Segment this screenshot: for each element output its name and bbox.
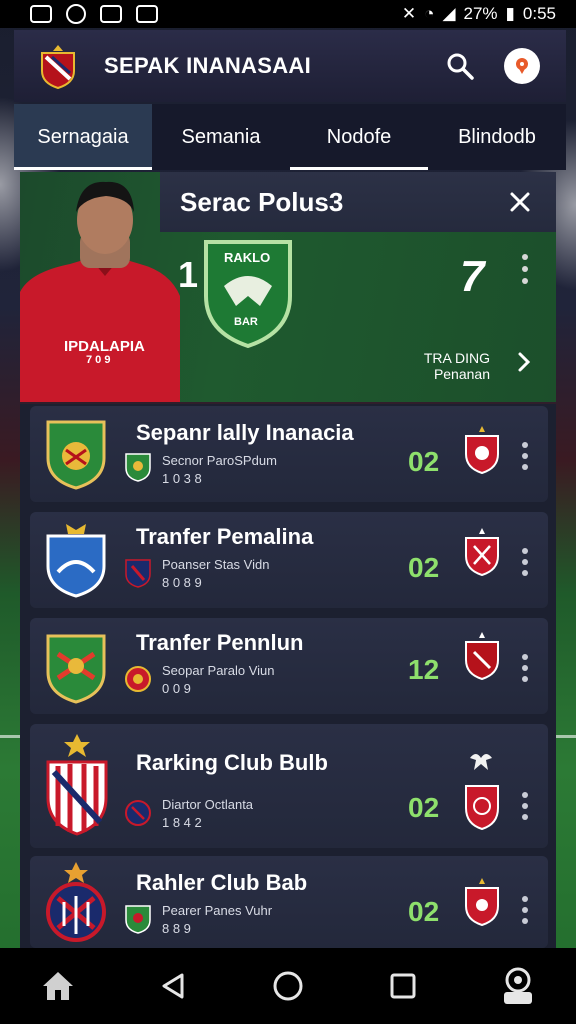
club-crest-icon xyxy=(46,524,106,598)
item-score: 12 xyxy=(408,654,440,685)
trend-title: TRA DING xyxy=(423,350,490,366)
status-bar: ✕ ◔ ◢ 27% ▮ 0:55 xyxy=(0,0,576,28)
sync-icon xyxy=(100,5,122,23)
item-title: Rahler Club Bab xyxy=(136,870,308,895)
home-circle-icon[interactable] xyxy=(266,964,310,1008)
team-badge-icon xyxy=(125,666,151,692)
alert-button[interactable] xyxy=(502,46,542,86)
wifi-icon: ◔ xyxy=(424,4,435,23)
item-meta: 1 8 4 2 xyxy=(162,815,202,830)
cast-icon xyxy=(136,5,158,23)
tab-semania[interactable]: Semania xyxy=(152,104,290,170)
item-subtitle: Seopar Paralo Viun xyxy=(162,663,275,678)
team-badge-icon xyxy=(125,905,151,934)
item-title: Tranfer Pennlun xyxy=(136,630,304,655)
more-icon[interactable] xyxy=(522,792,530,825)
search-icon[interactable] xyxy=(440,46,480,86)
item-meta: 0 0 9 xyxy=(162,681,191,696)
jersey-subtext: 7 0 9 xyxy=(86,354,111,366)
hero-title: Serac Polus3 xyxy=(180,186,344,217)
list-item[interactable]: Rahler Club Bab Pearer Panes Vuhr 8 8 9 … xyxy=(30,856,548,948)
club-crest-icon[interactable] xyxy=(38,43,78,90)
club-crest-icon xyxy=(46,862,106,942)
opponent-crest-icon xyxy=(465,632,499,680)
list-item[interactable]: Sepanr lally Inanacia Secnor ParoSPdum 1… xyxy=(30,406,548,502)
club-crest-icon xyxy=(46,634,106,704)
hero-header: Serac Polus3 xyxy=(160,172,556,232)
alert-icon xyxy=(504,48,540,84)
hero-trend: TRA DING Penanan xyxy=(424,350,490,382)
team-badge-icon xyxy=(125,800,151,826)
opponent-crest-icon xyxy=(465,528,499,576)
more-icon[interactable] xyxy=(522,548,530,581)
item-score: 02 xyxy=(408,896,440,927)
trend-sub: Penanan xyxy=(433,366,490,382)
item-score: 02 xyxy=(408,446,440,477)
recents-icon[interactable] xyxy=(381,964,425,1008)
crest-top-text: RAKLO xyxy=(224,250,271,265)
close-icon[interactable] xyxy=(500,182,540,222)
club-crest-icon xyxy=(46,420,106,490)
item-meta: 8 8 9 xyxy=(162,921,191,936)
hero-left-number: 1 xyxy=(178,254,199,295)
item-title: Sepanr lally Inanacia xyxy=(136,420,354,445)
opponent-crest-icon xyxy=(465,785,499,830)
list-item[interactable]: Tranfer Pennlun Seopar Paralo Viun 0 0 9… xyxy=(30,618,548,714)
item-title: Rarking Club Bulb xyxy=(136,750,328,775)
tab-blindodb[interactable]: Blindodb xyxy=(428,104,566,170)
team-badge-icon xyxy=(125,559,151,588)
crest-bottom-text: BAR xyxy=(234,316,258,328)
mute-icon: ✕ xyxy=(401,4,417,23)
home-icon[interactable] xyxy=(36,964,80,1008)
featured-player-card[interactable]: IPDALAPIA 7 0 9 Serac Polus3 1 RAKLO BAR… xyxy=(20,172,556,402)
clock-icon xyxy=(66,4,86,24)
tab-bar: Sernagaia Semania Nodofe Blindodb xyxy=(14,104,566,170)
opponent-crest-icon xyxy=(465,878,499,926)
list-item[interactable]: Rarking Club Bulb Diartor Octlanta 1 8 4… xyxy=(30,724,548,848)
bird-icon xyxy=(470,754,492,770)
more-icon[interactable] xyxy=(522,654,530,687)
item-meta: 1 0 3 8 xyxy=(162,471,202,486)
app-bar: SEPAK INANASAAI xyxy=(14,30,566,102)
more-icon[interactable] xyxy=(522,442,530,475)
team-badge-icon xyxy=(125,453,151,482)
clock-text: 0:55 xyxy=(522,4,556,23)
system-nav-bar xyxy=(0,948,576,1024)
item-score: 02 xyxy=(408,552,440,583)
jersey-text: IPDALAPIA xyxy=(64,338,145,355)
tab-nodofe[interactable]: Nodofe xyxy=(290,104,428,170)
more-icon[interactable] xyxy=(522,896,530,929)
club-crest-icon xyxy=(46,734,108,836)
back-icon[interactable] xyxy=(151,964,195,1008)
battery-icon: ▮ xyxy=(505,4,515,23)
list-item[interactable]: Tranfer Pemalina Poanser Stas Vidn 8 0 8… xyxy=(30,512,548,608)
notification-icon xyxy=(30,5,52,23)
news-list: Sepanr lally Inanacia Secnor ParoSPdum 1… xyxy=(20,404,556,950)
tab-sernagaia[interactable]: Sernagaia xyxy=(14,104,152,170)
item-subtitle: Secnor ParoSPdum xyxy=(162,453,277,468)
opponent-crest-icon xyxy=(465,426,499,474)
chevron-right-icon[interactable] xyxy=(512,350,536,374)
item-subtitle: Poanser Stas Vidn xyxy=(162,557,270,572)
item-meta: 8 0 8 9 xyxy=(162,575,202,590)
item-score: 02 xyxy=(408,792,440,823)
hero-score: 7 xyxy=(460,252,485,301)
signal-icon: ◢ xyxy=(442,4,456,23)
item-title: Tranfer Pemalina xyxy=(136,524,314,549)
more-icon[interactable] xyxy=(520,254,530,290)
battery-text: 27% xyxy=(463,4,498,23)
item-subtitle: Pearer Panes Vuhr xyxy=(162,903,273,918)
app-title: SEPAK INANASAAI xyxy=(104,53,312,78)
assistant-icon[interactable] xyxy=(496,964,540,1008)
item-subtitle: Diartor Octlanta xyxy=(162,797,254,812)
